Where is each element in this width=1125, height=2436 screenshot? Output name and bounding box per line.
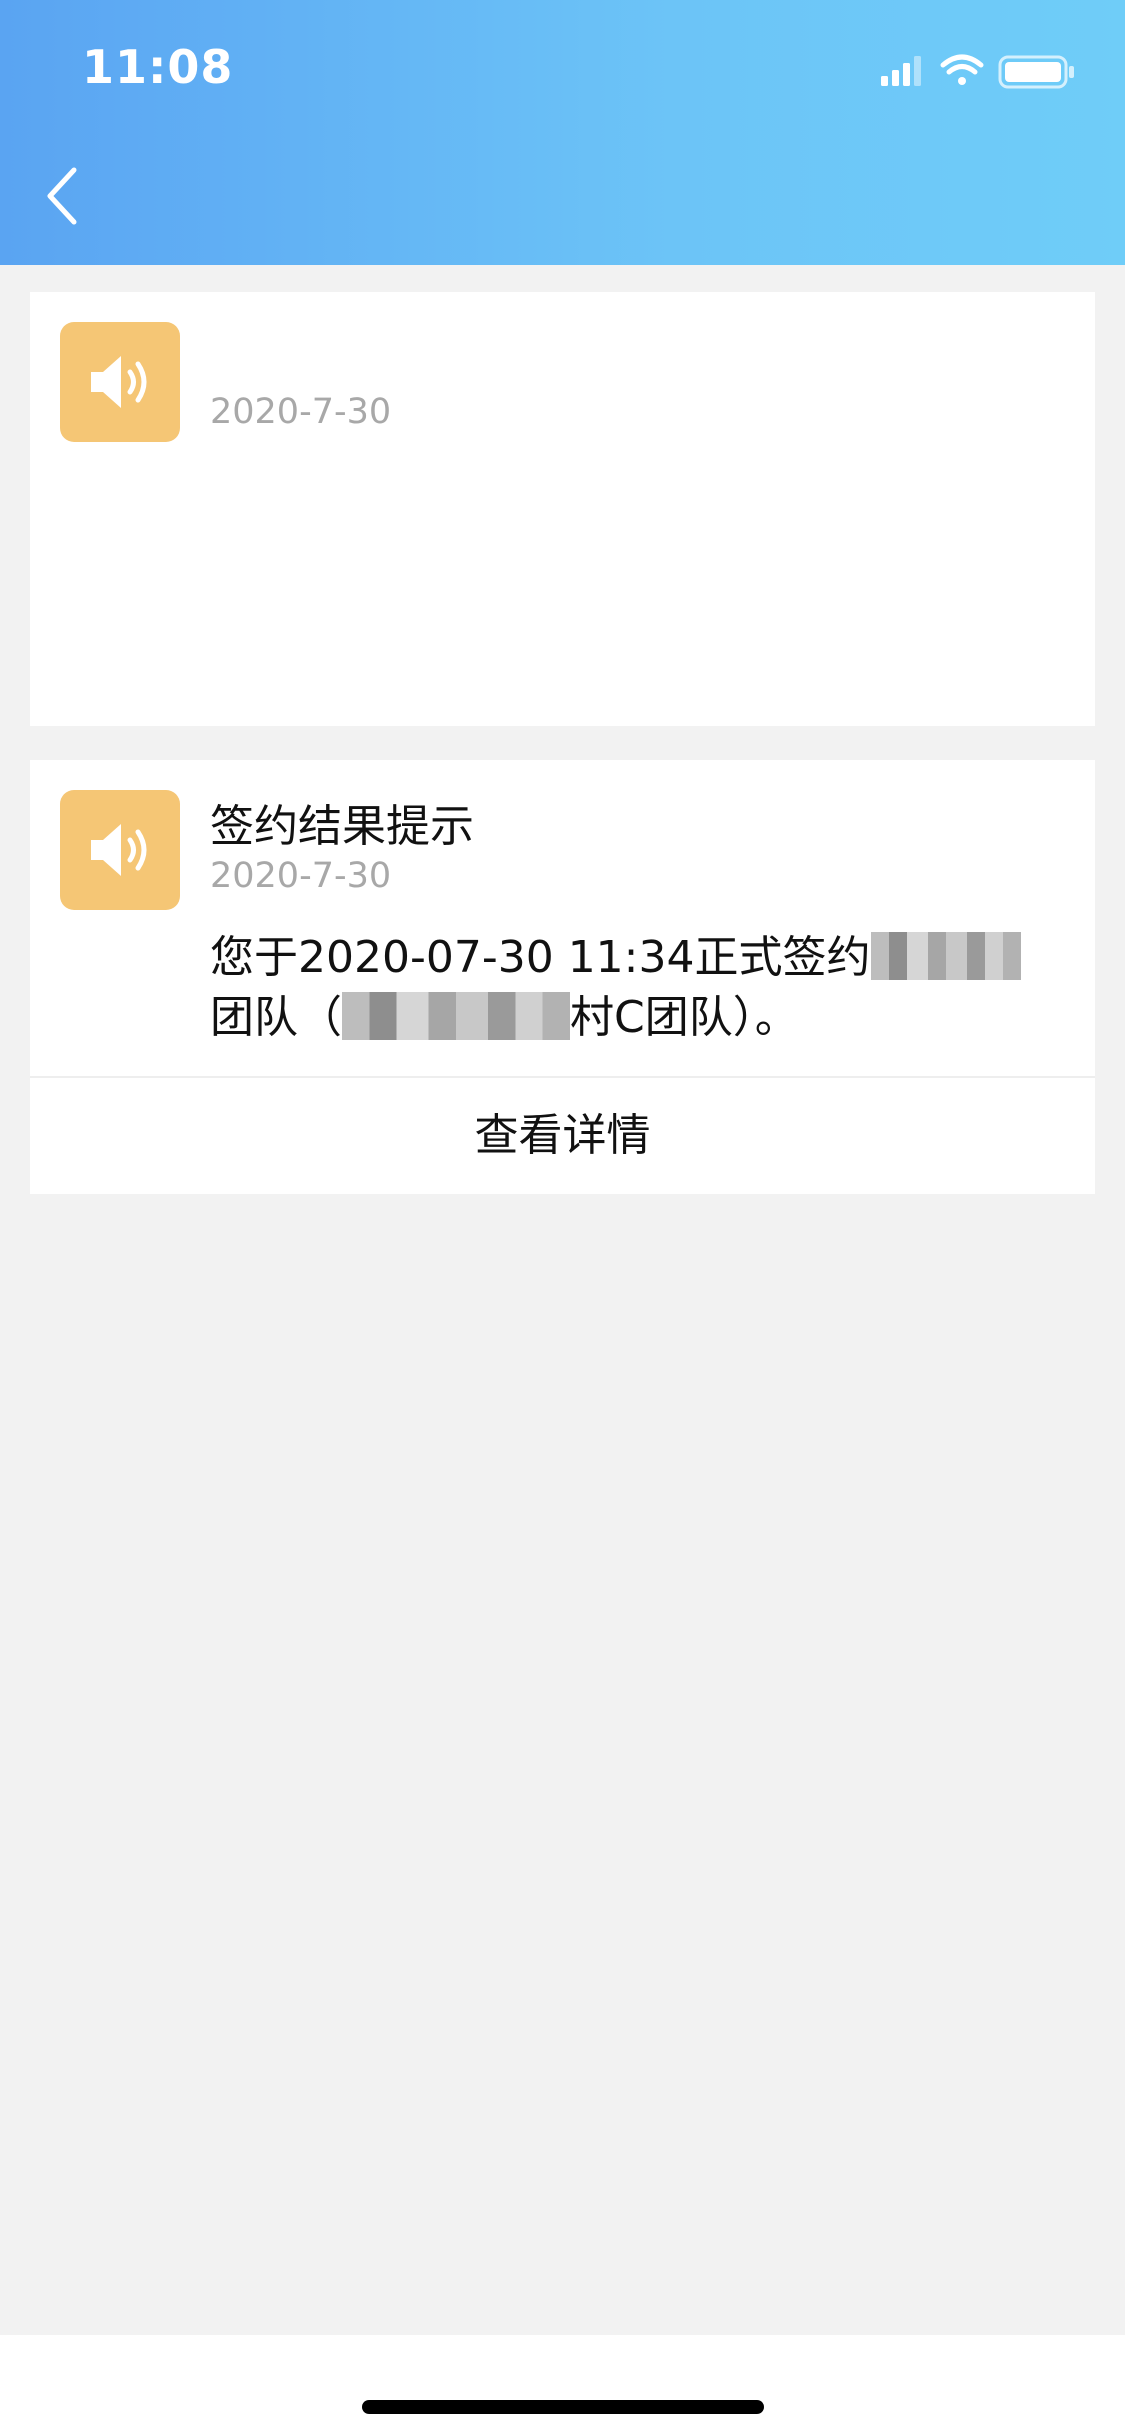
notice-content-text: 村C团队）。 — [570, 992, 799, 1043]
bottom-safe-area — [0, 2335, 1125, 2436]
notice-card[interactable]: 签约结果提示 2020-7-30 您于2020-07-30 11:34正式签约 … — [30, 760, 1095, 1194]
notice-content-text: 团队（ — [210, 992, 342, 1043]
view-details-button[interactable]: 查看详情 — [30, 1078, 1095, 1194]
redacted-mosaic — [870, 932, 1021, 980]
wifi-icon — [940, 54, 984, 85]
speaker-icon — [60, 322, 180, 442]
notice-content: 您于2020-07-30 11:34正式签约 团队（ 村C团队）。 — [210, 928, 1070, 1048]
back-button[interactable] — [30, 160, 100, 230]
notice-content-text: 您于2020-07-30 11:34正式签约 — [210, 932, 871, 983]
home-indicator[interactable] — [362, 2400, 764, 2414]
notice-title: 签约结果提示 — [210, 801, 474, 852]
notice-date: 2020-7-30 — [210, 392, 392, 432]
status-icons — [881, 54, 1081, 90]
app-header: 11:08 — [0, 0, 1125, 265]
speaker-icon — [60, 790, 180, 910]
battery-icon — [998, 55, 1074, 89]
status-time: 11:08 — [82, 40, 234, 94]
chevron-left-icon — [47, 167, 77, 225]
redacted-mosaic — [342, 992, 570, 1040]
signal-icon — [881, 56, 921, 86]
notice-date: 2020-7-30 — [210, 856, 392, 896]
notice-card[interactable]: 2020-7-30 — [30, 292, 1095, 726]
